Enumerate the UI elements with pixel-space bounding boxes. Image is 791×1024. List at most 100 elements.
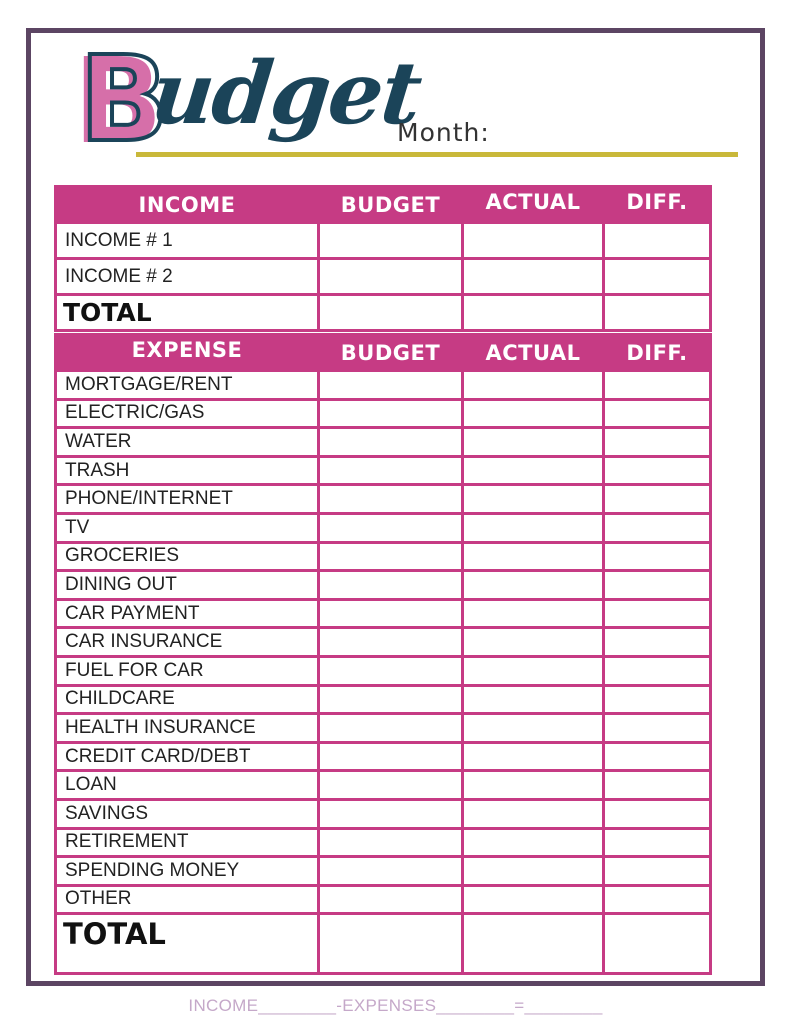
expense-diff-cell[interactable] <box>602 740 712 773</box>
income-col-header: INCOME <box>54 185 320 224</box>
expense-budget-cell[interactable] <box>317 426 464 458</box>
budget-col-header: BUDGET <box>317 333 464 372</box>
expense-actual-cell[interactable] <box>461 511 605 544</box>
expense-row-label: PHONE/INTERNET <box>54 483 320 515</box>
expense-budget-cell[interactable] <box>317 769 464 801</box>
expense-budget-cell[interactable] <box>317 826 464 859</box>
expense-budget-cell[interactable] <box>317 369 464 401</box>
expense-diff-cell[interactable] <box>602 712 712 744</box>
expense-actual-cell[interactable] <box>461 855 605 887</box>
expense-actual-cell[interactable] <box>461 426 605 458</box>
expense-row-label: CREDIT CARD/DEBT <box>54 740 320 773</box>
expense-budget-cell[interactable] <box>317 654 464 687</box>
expense-row: CHILDCARE <box>54 683 712 716</box>
expense-diff-cell[interactable] <box>602 397 712 430</box>
expense-actual-cell[interactable] <box>461 569 605 601</box>
expense-total-diff-cell[interactable] <box>602 912 712 976</box>
expense-row-label: TRASH <box>54 454 320 487</box>
income-actual-cell[interactable] <box>461 221 605 260</box>
expense-budget-cell[interactable] <box>317 683 464 716</box>
expense-row: TRASH <box>54 454 712 487</box>
expense-row: CAR PAYMENT <box>54 597 712 630</box>
month-input-line[interactable] <box>136 152 738 157</box>
expense-diff-cell[interactable] <box>602 540 712 573</box>
expense-actual-cell[interactable] <box>461 740 605 773</box>
expense-budget-cell[interactable] <box>317 740 464 773</box>
expense-budget-cell[interactable] <box>317 397 464 430</box>
expense-actual-cell[interactable] <box>461 654 605 687</box>
expense-row-label: HEALTH INSURANCE <box>54 712 320 744</box>
expense-budget-cell[interactable] <box>317 797 464 830</box>
page-title: udget <box>146 43 425 144</box>
expense-actual-cell[interactable] <box>461 597 605 630</box>
expense-budget-cell[interactable] <box>317 454 464 487</box>
expense-actual-cell[interactable] <box>461 483 605 515</box>
income-total-budget-cell[interactable] <box>317 293 464 332</box>
income-row: INCOME # 2 <box>54 257 712 296</box>
expense-budget-cell[interactable] <box>317 712 464 744</box>
expense-row-label: SAVINGS <box>54 797 320 830</box>
expense-budget-cell[interactable] <box>317 883 464 916</box>
expense-diff-cell[interactable] <box>602 597 712 630</box>
expense-actual-cell[interactable] <box>461 769 605 801</box>
expense-diff-cell[interactable] <box>602 483 712 515</box>
expense-header-row: EXPENSE BUDGET ACTUAL DIFF. <box>54 333 712 372</box>
expense-row: LOAN <box>54 769 712 801</box>
expense-total-actual-cell[interactable] <box>461 912 605 976</box>
income-diff-cell[interactable] <box>602 257 712 296</box>
expense-budget-cell[interactable] <box>317 626 464 658</box>
expense-diff-cell[interactable] <box>602 683 712 716</box>
expense-actual-cell[interactable] <box>461 369 605 401</box>
expense-actual-cell[interactable] <box>461 540 605 573</box>
expense-total-budget-cell[interactable] <box>317 912 464 976</box>
expense-diff-cell[interactable] <box>602 511 712 544</box>
expense-actual-cell[interactable] <box>461 397 605 430</box>
expense-row: GROCERIES <box>54 540 712 573</box>
income-diff-cell[interactable] <box>602 221 712 260</box>
expense-actual-cell[interactable] <box>461 683 605 716</box>
expense-diff-cell[interactable] <box>602 769 712 801</box>
expense-diff-cell[interactable] <box>602 826 712 859</box>
expense-actual-cell[interactable] <box>461 883 605 916</box>
expense-diff-cell[interactable] <box>602 855 712 887</box>
expense-row: CREDIT CARD/DEBT <box>54 740 712 773</box>
expense-diff-cell[interactable] <box>602 426 712 458</box>
expense-diff-cell[interactable] <box>602 626 712 658</box>
expense-diff-cell[interactable] <box>602 797 712 830</box>
expense-actual-cell[interactable] <box>461 826 605 859</box>
actual-col-header: ACTUAL <box>461 333 605 372</box>
expense-total-label: TOTAL <box>54 912 320 976</box>
expense-diff-cell[interactable] <box>602 654 712 687</box>
expense-budget-cell[interactable] <box>317 569 464 601</box>
expense-budget-cell[interactable] <box>317 540 464 573</box>
expense-row: OTHER <box>54 883 712 916</box>
income-budget-cell[interactable] <box>317 257 464 296</box>
expense-actual-cell[interactable] <box>461 797 605 830</box>
expense-diff-cell[interactable] <box>602 883 712 916</box>
income-total-diff-cell[interactable] <box>602 293 712 332</box>
income-actual-cell[interactable] <box>461 257 605 296</box>
expense-actual-cell[interactable] <box>461 454 605 487</box>
expense-row: FUEL FOR CAR <box>54 654 712 687</box>
month-label: Month: <box>397 118 490 147</box>
expense-budget-cell[interactable] <box>317 483 464 515</box>
income-budget-cell[interactable] <box>317 221 464 260</box>
expense-row: CAR INSURANCE <box>54 626 712 658</box>
actual-col-header: ACTUAL <box>461 185 605 224</box>
income-total-actual-cell[interactable] <box>461 293 605 332</box>
expense-diff-cell[interactable] <box>602 369 712 401</box>
expense-col-header: EXPENSE <box>54 333 320 372</box>
expense-row: DINING OUT <box>54 569 712 601</box>
expense-budget-cell[interactable] <box>317 855 464 887</box>
expense-budget-cell[interactable] <box>317 511 464 544</box>
income-row-label: INCOME # 2 <box>54 257 320 296</box>
expense-row: RETIREMENT <box>54 826 712 859</box>
expense-budget-cell[interactable] <box>317 597 464 630</box>
expense-diff-cell[interactable] <box>602 569 712 601</box>
expense-actual-cell[interactable] <box>461 712 605 744</box>
income-table: INCOME BUDGET ACTUAL DIFF. INCOME # 1 IN… <box>54 185 712 332</box>
expense-actual-cell[interactable] <box>461 626 605 658</box>
expense-row-label: OTHER <box>54 883 320 916</box>
expense-diff-cell[interactable] <box>602 454 712 487</box>
expense-row-label: CAR INSURANCE <box>54 626 320 658</box>
